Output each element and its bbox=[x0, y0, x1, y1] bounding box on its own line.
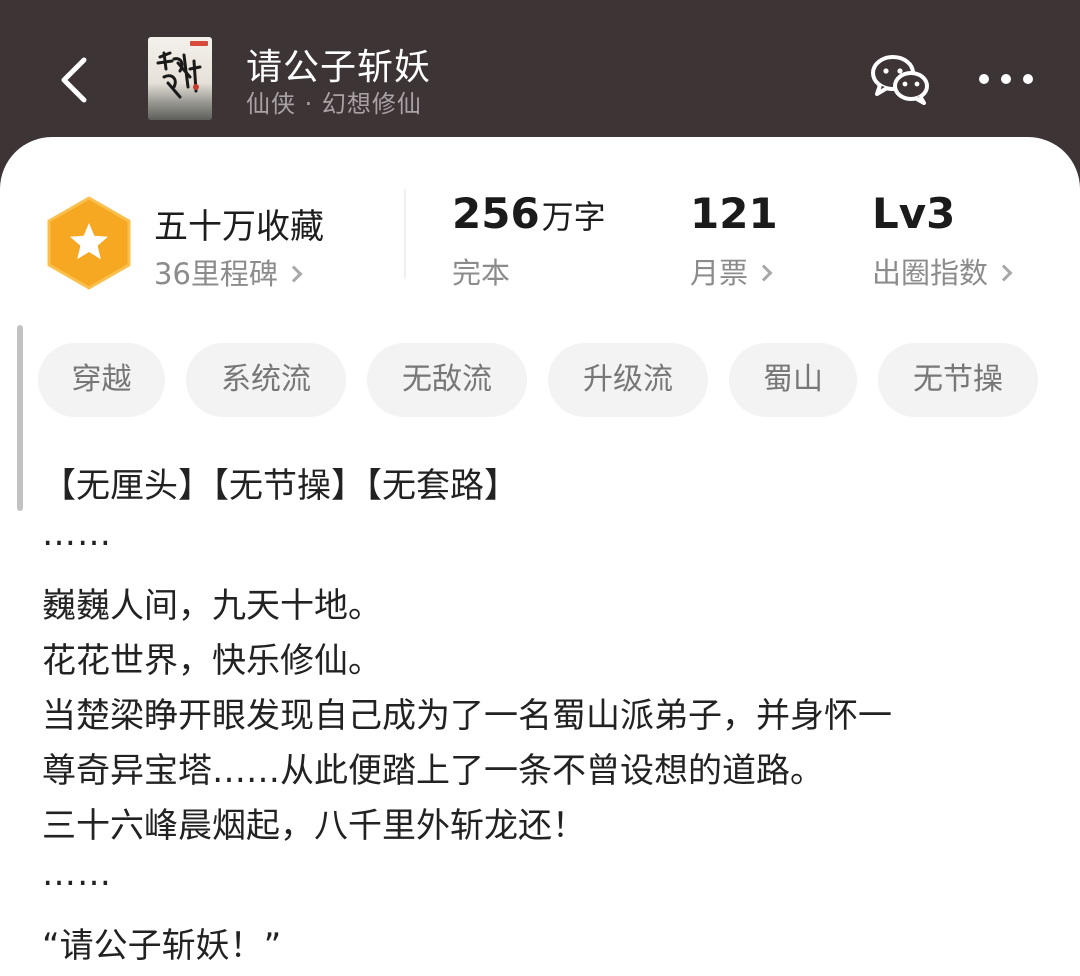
monthly-ticket-label: 月票 bbox=[690, 256, 749, 290]
synopsis-line: 尊奇异宝塔……从此便踏上了一条不曾设想的道路。 bbox=[42, 751, 824, 791]
word-count-value: 256 bbox=[452, 189, 540, 238]
collection-milestone-stat[interactable]: 五十万收藏 36里程碑 bbox=[46, 195, 346, 295]
scroll-indicator[interactable] bbox=[17, 325, 23, 511]
synopsis-line: 三十六峰晨烟起，八千里外斩龙还！ bbox=[42, 806, 586, 846]
cover-calligraphy-image bbox=[156, 51, 202, 99]
tag-chip[interactable]: 无节操 bbox=[878, 343, 1038, 417]
book-title: 请公子斩妖 bbox=[246, 47, 432, 88]
cover-badge bbox=[190, 41, 208, 46]
synopsis-line: 花花世界，快乐修仙。 bbox=[42, 641, 382, 681]
chevron-right-icon bbox=[755, 264, 773, 282]
tag-chip[interactable]: 无敌流 bbox=[367, 343, 527, 417]
tag-chip[interactable]: 穿越 bbox=[38, 343, 165, 417]
word-count-unit: 万字 bbox=[541, 198, 606, 236]
popularity-index-stat[interactable]: Lv3 出圈指数 bbox=[872, 189, 1013, 292]
book-cover[interactable] bbox=[148, 37, 212, 120]
back-button[interactable] bbox=[52, 52, 100, 108]
completion-status: 完本 bbox=[452, 256, 511, 290]
monthly-ticket-value: 121 bbox=[690, 189, 778, 238]
word-count-stat: 256万字 完本 bbox=[452, 189, 606, 292]
tag-chip[interactable]: 升级流 bbox=[548, 343, 708, 417]
synopsis-ellipsis: …… bbox=[42, 514, 112, 554]
chevron-left-icon bbox=[61, 57, 87, 103]
more-options-button[interactable] bbox=[975, 68, 1037, 90]
synopsis-ellipsis: …… bbox=[42, 854, 112, 894]
book-detail-sheet: 五十万收藏 36里程碑 256万字 完本 121 月票 Lv3 出圈指数 穿越 … bbox=[0, 137, 1080, 976]
milestone-link[interactable]: 36里程碑 bbox=[154, 251, 303, 293]
synopsis-line: 当楚梁睁开眼发现自己成为了一名蜀山派弟子，并身怀一 bbox=[42, 696, 892, 736]
synopsis-line: 【无厘头】【无节操】【无套路】 bbox=[42, 466, 518, 506]
wechat-share-button[interactable] bbox=[870, 52, 932, 106]
synopsis-line: “请公子斩妖！” bbox=[42, 926, 282, 966]
tag-chip[interactable]: 蜀山 bbox=[729, 343, 857, 417]
stats-divider bbox=[404, 189, 406, 279]
popularity-level-value: Lv3 bbox=[872, 189, 956, 238]
book-genre: 仙侠 · 幻想修仙 bbox=[246, 90, 422, 118]
chevron-right-icon bbox=[285, 265, 303, 283]
monthly-ticket-stat[interactable]: 121 月票 bbox=[690, 189, 778, 292]
milestone-label: 36里程碑 bbox=[154, 257, 278, 291]
tag-chip[interactable]: 系统流 bbox=[186, 343, 346, 417]
wechat-icon bbox=[871, 55, 929, 105]
popularity-index-label: 出圈指数 bbox=[872, 256, 989, 290]
book-synopsis: 【无厘头】【无节操】【无套路】 …… 巍巍人间，九天十地。 花花世界，快乐修仙。… bbox=[42, 459, 1042, 974]
chevron-right-icon bbox=[995, 264, 1013, 282]
collection-count: 五十万收藏 bbox=[154, 207, 324, 247]
synopsis-line: 巍巍人间，九天十地。 bbox=[42, 586, 382, 626]
star-hexagon-icon bbox=[47, 196, 131, 290]
more-dots-icon bbox=[979, 74, 1033, 84]
